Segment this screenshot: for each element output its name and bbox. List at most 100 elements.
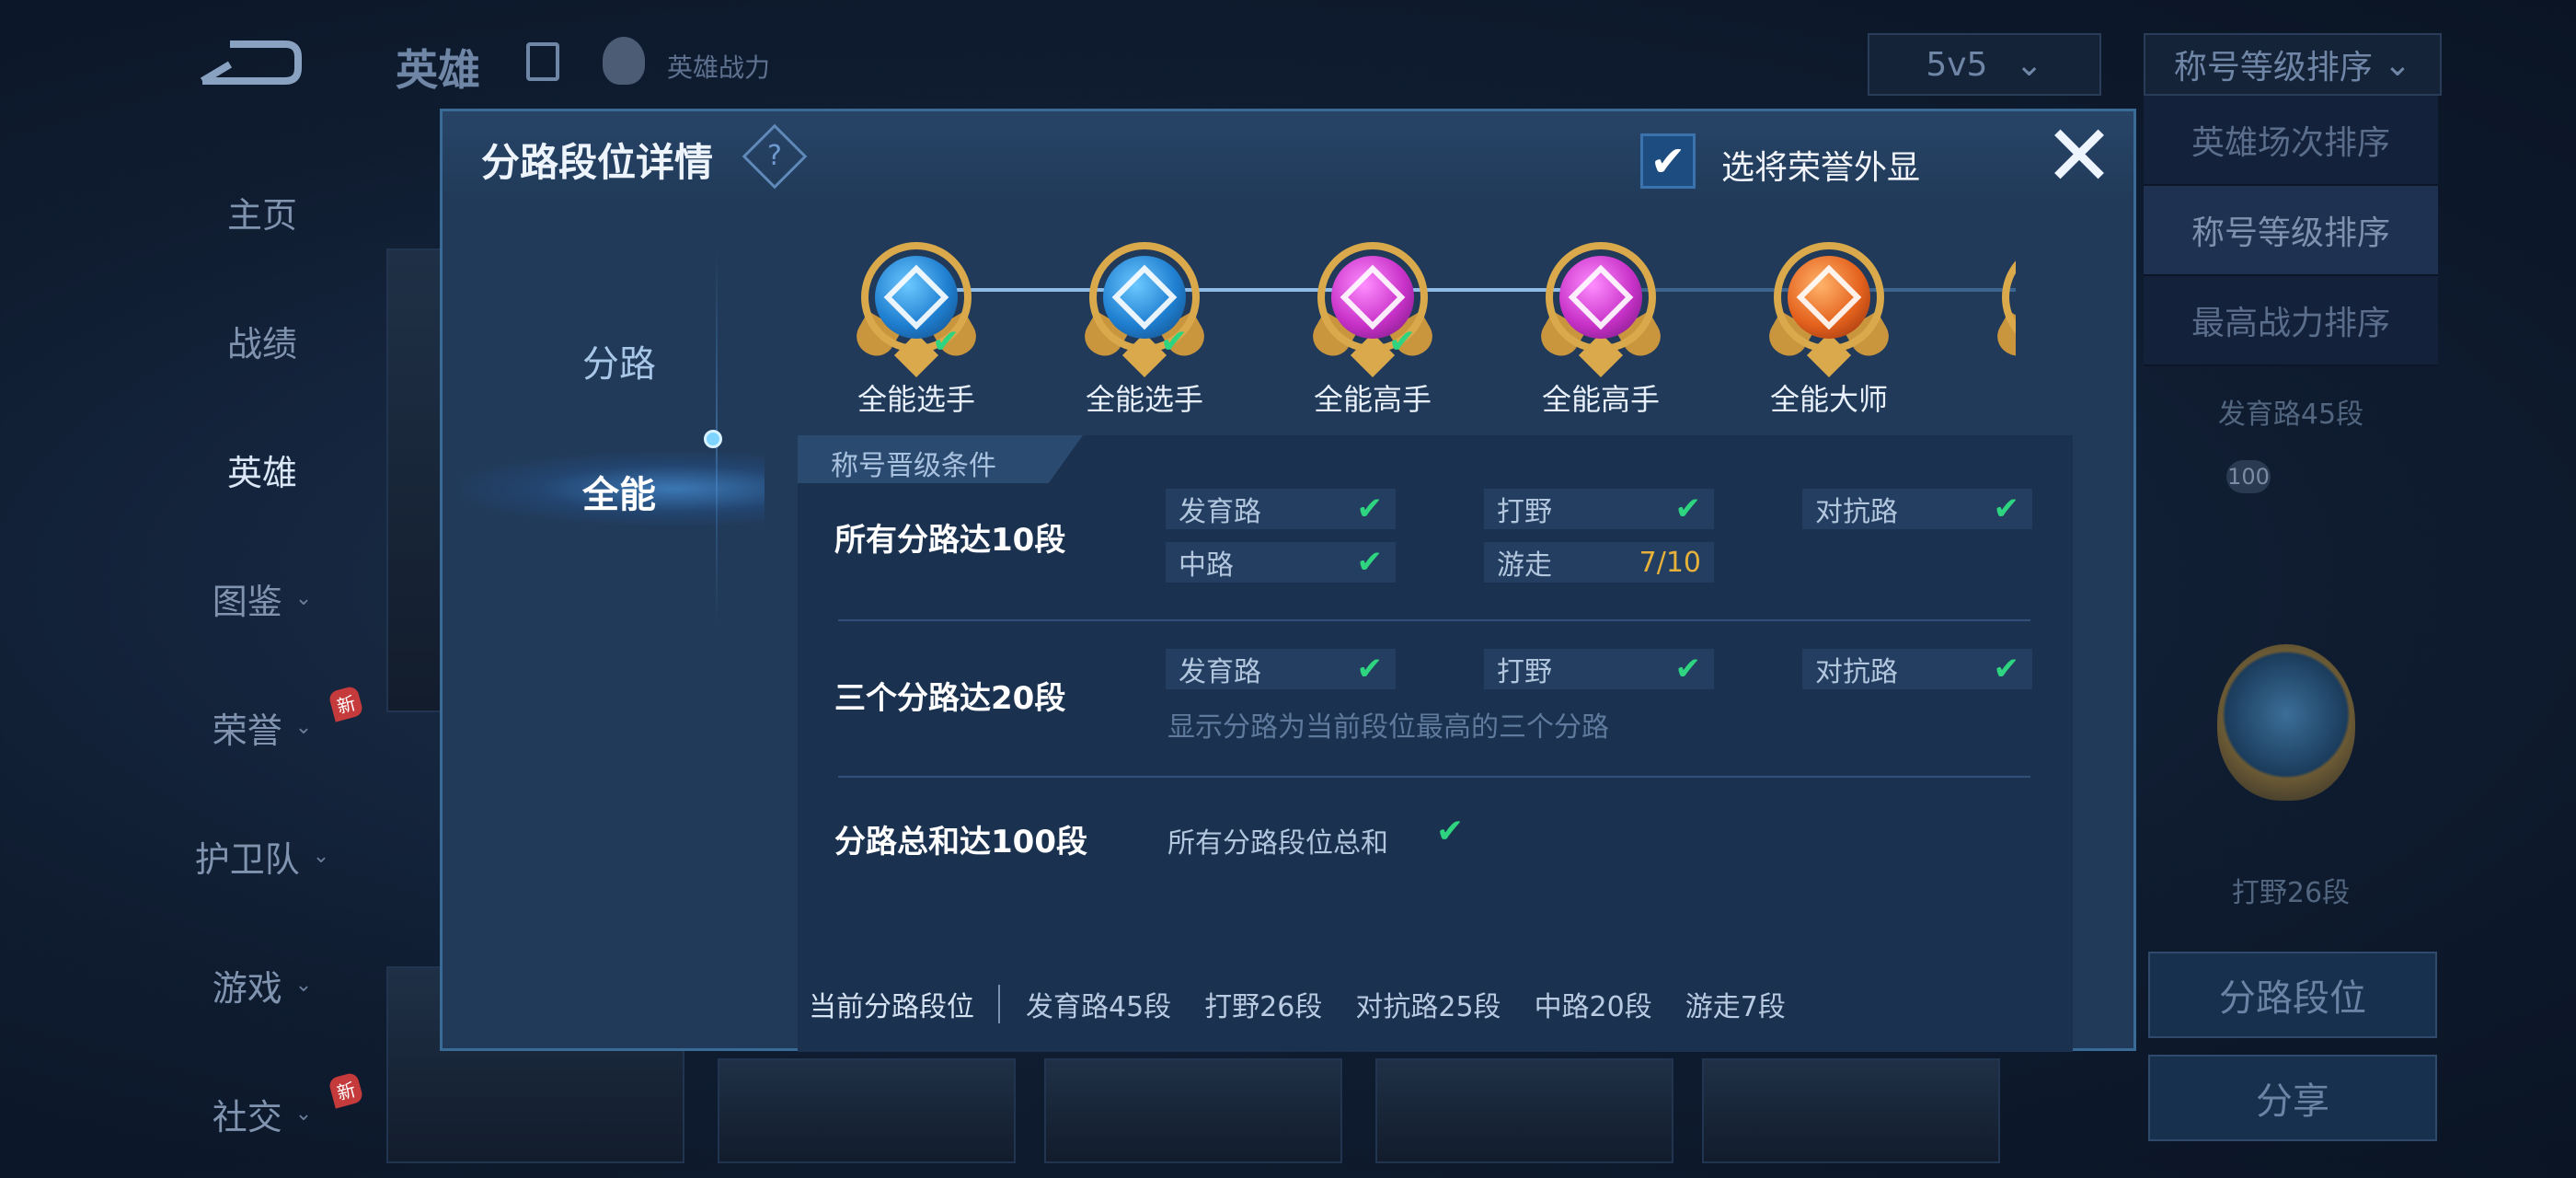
rank-medal-icon <box>2217 644 2355 801</box>
condition-cell: 中路 ✔ <box>1166 542 1396 583</box>
route-rank: 发育路45段 <box>1026 991 1172 1023</box>
route-rank: 游走7段 <box>1685 991 1786 1023</box>
check-icon: ✔ <box>1356 491 1384 527</box>
close-icon[interactable]: ✕ <box>2040 114 2119 199</box>
title-medal[interactable]: 全能 <box>1961 231 2016 415</box>
sidebar-item-home[interactable]: 主页 <box>156 147 368 276</box>
dialog-title: 分路段位详情 <box>481 140 714 185</box>
chevron-down-icon: ⌄ <box>294 1102 313 1126</box>
condition-cell: 发育路 ✔ <box>1166 489 1396 529</box>
sort-option[interactable]: 最高战力排序 <box>2144 276 2438 366</box>
title-medal[interactable]: ✔ 全能选手 <box>1048 231 1241 417</box>
condition-hint: 显示分路为当前段位最高的三个分路 <box>1167 711 1609 744</box>
condition-cell: 对抗路 ✔ <box>1802 489 2032 529</box>
condition-cell: 发育路 ✔ <box>1166 649 1396 689</box>
check-icon: ✔ <box>1674 651 1702 687</box>
medal-name: 全能 <box>1961 376 2016 419</box>
cell-label: 发育路 <box>1179 496 1261 528</box>
back-arrow-icon <box>200 40 302 85</box>
hero-power-label[interactable]: 英雄战力 <box>667 48 770 85</box>
share-button[interactable]: 分享 <box>2148 1055 2437 1141</box>
sidebar-item-hero[interactable]: 英雄 <box>156 405 368 534</box>
hero-card[interactable] <box>386 248 445 712</box>
sidebar-item-honor[interactable]: 荣誉 ⌄ 新 <box>156 663 368 791</box>
show-honor-label[interactable]: 选将荣誉外显 <box>1721 141 1920 189</box>
cell-label: 对抗路 <box>1815 656 1898 688</box>
condition-cell: 打野 ✔ <box>1484 649 1714 689</box>
back-button[interactable] <box>193 37 304 88</box>
condition-title: 三个分路达20段 <box>834 680 1066 717</box>
title-medal[interactable]: 全能高手 <box>1504 231 1697 417</box>
sidebar-item-game[interactable]: 游戏 ⌄ <box>156 920 368 1049</box>
sort-menu: 英雄场次排序 称号等级排序 最高战力排序 <box>2144 96 2438 366</box>
condition-cell: 对抗路 ✔ <box>1802 649 2032 689</box>
title-medal[interactable]: ✔ 全能选手 <box>820 231 1013 417</box>
mode-select[interactable]: 5v5 ⌄ <box>1868 33 2101 96</box>
condition-cell: 游走 7/10 <box>1484 542 1714 583</box>
sort-select[interactable]: 称号等级排序 ⌄ <box>2144 33 2442 96</box>
sidebar-item-label: 护卫队 <box>194 838 300 880</box>
sidebar-item-label: 主页 <box>226 194 297 236</box>
route-rank: 打野26段 <box>1204 991 1323 1023</box>
chevron-down-icon: ⌄ <box>2015 45 2043 84</box>
check-icon: ✔ <box>932 323 960 361</box>
sidebar-item-record[interactable]: 战绩 <box>156 276 368 405</box>
sum-label: 所有分路段位总和 <box>1167 827 1388 860</box>
medal-name: 全能高手 <box>1313 382 1432 417</box>
right-card-route-top: 发育路45段 <box>2217 398 2364 431</box>
upgrade-conditions-panel: 称号晋级条件 所有分路达10段 发育路 ✔ 打野 ✔ 对抗路 ✔ 中路 ✔ 游走 7/10… <box>798 435 2073 1052</box>
doc-icon[interactable] <box>526 42 559 81</box>
sidebar-item-label: 荣誉 <box>212 710 282 751</box>
new-badge: 新 <box>328 1071 364 1109</box>
cell-label: 对抗路 <box>1815 496 1898 528</box>
route-rank: 中路20段 <box>1534 991 1652 1023</box>
track-line-progress <box>939 288 1583 292</box>
chevron-down-icon: ⌄ <box>312 844 330 868</box>
current-route-ranks: 当前分路段位 发育路45段 打野26段 对抗路25段 中路20段 游走7段 <box>809 976 1819 1032</box>
sidebar-item-label: 英雄 <box>226 452 297 493</box>
check-icon: ✔ <box>1160 323 1189 361</box>
conditions-header: 称号晋级条件 <box>831 450 996 482</box>
check-icon: ✔ <box>1436 813 1465 850</box>
footer-divider <box>998 985 1000 1023</box>
hero-card[interactable] <box>718 1058 1016 1163</box>
sidebar-item-social[interactable]: 社交 ⌄ 新 <box>156 1049 368 1178</box>
help-icon-glyph: ? <box>767 140 782 172</box>
sort-option[interactable]: 英雄场次排序 <box>2144 96 2438 186</box>
active-tab-indicator <box>704 430 722 448</box>
new-badge: 新 <box>328 685 364 722</box>
check-icon: ✔ <box>1993 491 2020 527</box>
condition-cell: 打野 ✔ <box>1484 489 1714 529</box>
row-divider <box>838 776 2030 778</box>
chevron-down-icon: ⌄ <box>294 586 313 610</box>
hero-card[interactable] <box>1375 1058 1673 1163</box>
row-divider <box>838 619 2030 621</box>
hero-power-icon <box>603 37 645 85</box>
cell-label: 打野 <box>1497 496 1552 528</box>
medal-name: 全能选手 <box>1085 382 1203 417</box>
tab-route[interactable]: 分路 <box>481 310 757 411</box>
route-rank-button[interactable]: 分路段位 <box>2148 952 2437 1038</box>
page-title: 英雄 <box>396 45 480 95</box>
cell-label: 游走 <box>1497 549 1552 582</box>
show-honor-checkbox[interactable]: ✔ <box>1640 133 1696 189</box>
hero-card[interactable] <box>1702 1058 2000 1163</box>
hero-card[interactable] <box>1044 1058 1342 1163</box>
title-medal[interactable]: 全能大师 <box>1732 231 1926 417</box>
condition-title: 分路总和达100段 <box>834 824 1087 860</box>
mode-select-value: 5v5 <box>1926 45 1988 84</box>
medal-name: 全能选手 <box>857 382 975 417</box>
sidebar-item-guard[interactable]: 护卫队 ⌄ <box>156 791 368 920</box>
route-rank: 对抗路25段 <box>1355 991 1501 1023</box>
level-badge: 100 <box>2226 460 2271 493</box>
title-medal[interactable]: ✔ 全能高手 <box>1276 231 1469 417</box>
check-icon: ✔ <box>1674 491 1702 527</box>
chevron-down-icon: ⌄ <box>2383 45 2412 84</box>
tab-all-round[interactable]: 全能 <box>481 441 757 542</box>
sidebar-item-codex[interactable]: 图鉴 ⌄ <box>156 534 368 663</box>
check-icon: ✔ <box>1356 651 1384 687</box>
sort-option-selected[interactable]: 称号等级排序 <box>2144 186 2438 276</box>
chevron-down-icon: ⌄ <box>294 973 313 997</box>
check-icon: ✔ <box>1993 651 2020 687</box>
route-rank-dialog: 分路段位详情 ? ✔ 选将荣誉外显 ✕ 分路 全能 ✔ 全能选手 ✔ 全能选手 ✔ 全能高… <box>440 109 2136 1052</box>
